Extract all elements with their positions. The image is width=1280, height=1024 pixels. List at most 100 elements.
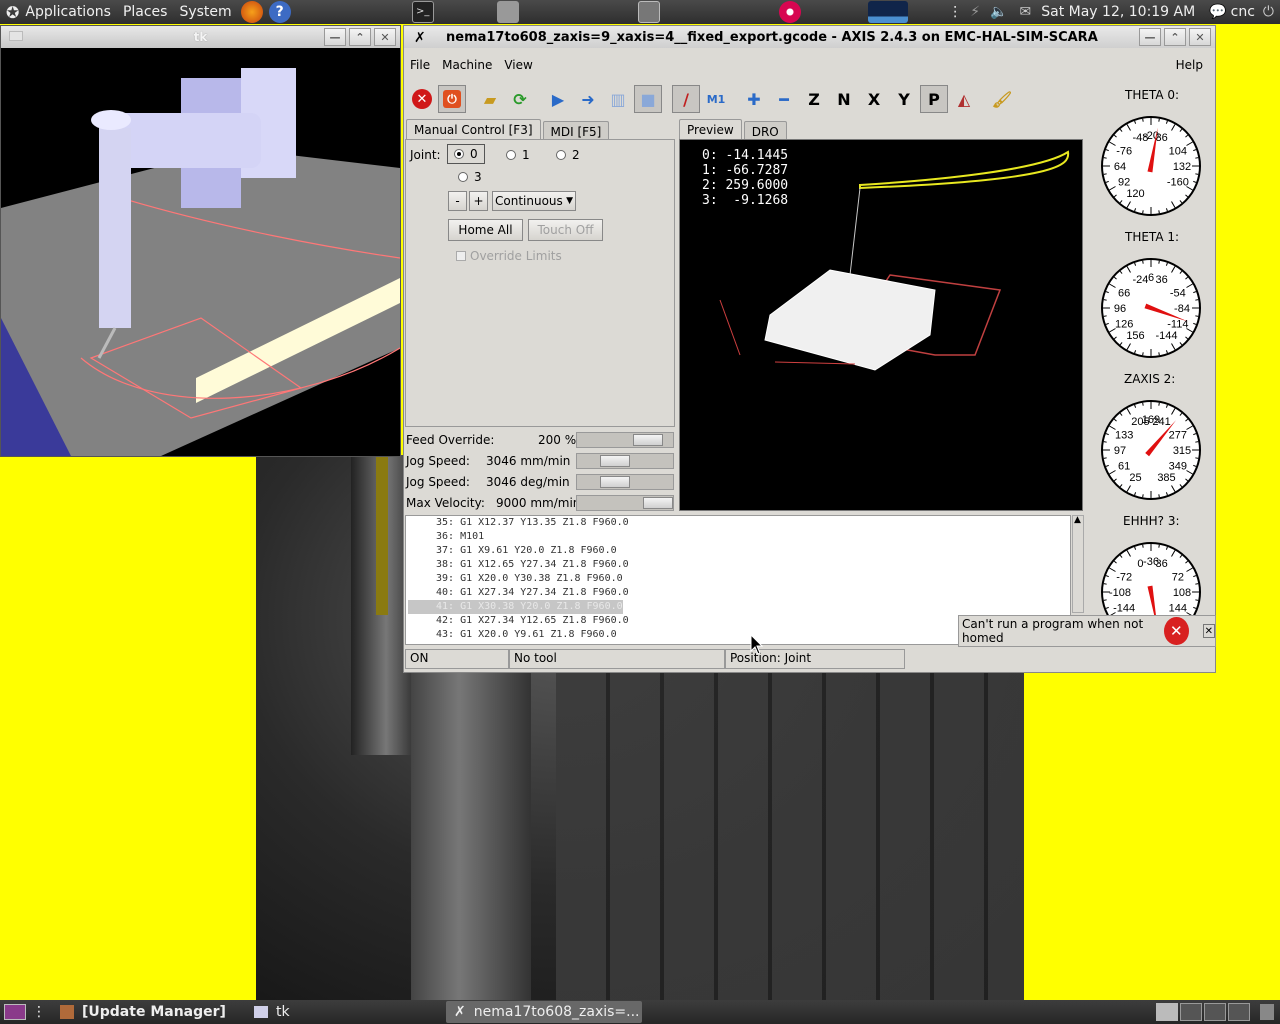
task-update-manager[interactable]: [Update Manager] [52, 1001, 242, 1023]
gcode-line[interactable]: 40: G1 X27.34 Y27.34 Z1.8 F960.0 [406, 586, 1070, 600]
network-icon[interactable]: ⚡ [970, 4, 980, 20]
chat-icon[interactable]: 💬 [1209, 4, 1226, 20]
reload-icon[interactable]: ⟳ [506, 85, 534, 113]
workspace-switcher[interactable] [1156, 1003, 1250, 1021]
gcode-line[interactable]: 39: G1 X20.0 Y30.38 Z1.8 F960.0 [406, 572, 1070, 586]
mail-icon[interactable]: ✉ [1020, 4, 1032, 20]
rotate-view-icon[interactable]: ◭ [950, 85, 978, 113]
gcode-scrollbar[interactable]: ▲ [1072, 515, 1084, 613]
toolpath-preview[interactable]: 0: -14.1445 1: -66.7287 2: 259.6000 3: -… [679, 139, 1083, 511]
axis-maximize-button[interactable]: ⌃ [1164, 28, 1186, 46]
show-desktop-icon[interactable] [4, 1004, 26, 1020]
estop-icon[interactable]: ✕ [408, 85, 436, 113]
jog-minus-button[interactable]: - [448, 191, 467, 211]
volume-icon[interactable]: 🔈 [990, 4, 1007, 20]
clock[interactable]: Sat May 12, 10:19 AM [1041, 4, 1195, 20]
radio-dot-icon [454, 149, 464, 159]
task-axis[interactable]: ✗ nema17to608_zaxis=... [446, 1001, 642, 1023]
workspace-4[interactable] [1228, 1003, 1250, 1021]
override-limits-checkbox[interactable]: Override Limits [456, 249, 562, 263]
zoom-in-icon[interactable]: ✚ [740, 85, 768, 113]
gauge-label: 315 [1173, 445, 1191, 457]
optional-stop-icon[interactable]: M1 [702, 85, 730, 113]
gauge-tick [1142, 494, 1144, 498]
jog-plus-button[interactable]: + [469, 191, 488, 211]
axis-titlebar[interactable]: ✗ nema17to608_zaxis=9_xaxis=4__fixed_exp… [404, 26, 1215, 48]
system-menu[interactable]: System [173, 4, 237, 20]
pause-icon[interactable]: ▥ [604, 85, 632, 113]
view-z2-icon[interactable]: N [830, 85, 858, 113]
axis-close-button[interactable]: ✕ [1189, 28, 1211, 46]
camera-icon[interactable] [496, 1, 519, 23]
joint-radio-3[interactable]: 3 [458, 170, 482, 184]
workspace-2[interactable] [1180, 1003, 1202, 1021]
scroll-up-icon[interactable]: ▲ [1074, 515, 1081, 525]
help-icon[interactable]: ? [268, 1, 291, 23]
stop-icon[interactable]: ■ [634, 85, 662, 113]
gcode-line[interactable]: 37: G1 X9.61 Y20.0 Z1.8 F960.0 [406, 544, 1070, 558]
axis-task-icon: ✗ [454, 1004, 466, 1020]
joint-radio-0[interactable]: 0 [447, 144, 485, 164]
debian-swirl-icon[interactable] [778, 1, 801, 23]
power-icon[interactable]: ⏻ [1263, 4, 1274, 20]
terminal-icon[interactable]: >_ [411, 1, 434, 23]
step-icon[interactable]: ➜ [574, 85, 602, 113]
view-y-icon[interactable]: Y [890, 85, 918, 113]
slider-thumb[interactable] [600, 455, 631, 467]
tk-minimize-button[interactable]: — [324, 28, 346, 46]
joint-radio-1[interactable]: 1 [506, 148, 530, 162]
open-file-icon[interactable]: ▰ [476, 85, 504, 113]
file-menu[interactable]: File [404, 58, 436, 72]
slider-thumb[interactable] [600, 476, 631, 488]
gauge-label: 36 [1155, 274, 1167, 286]
tk-maximize-button[interactable]: ⌃ [349, 28, 371, 46]
axis-minimize-button[interactable]: — [1139, 28, 1161, 46]
max-velocity-slider[interactable] [576, 495, 674, 511]
tk-window-menu-icon[interactable] [9, 31, 23, 41]
workspace-1[interactable] [1156, 1003, 1178, 1021]
jog-speed-slider[interactable] [576, 453, 674, 469]
machine-menu[interactable]: Machine [436, 58, 498, 72]
gcode-line-highlighted[interactable]: 41: G1 X30.38 Y20.0 Z1.8 F960.0 [408, 600, 623, 614]
joint-2-label: 2 [572, 148, 580, 162]
view-menu[interactable]: View [498, 58, 538, 72]
gcode-line[interactable]: 36: M101 [406, 530, 1070, 544]
trash-icon[interactable] [1260, 1004, 1274, 1020]
view-z-icon[interactable]: Z [800, 85, 828, 113]
gcode-line[interactable]: 38: G1 X12.65 Y27.34 Z1.8 F960.0 [406, 558, 1070, 572]
places-menu[interactable]: Places [117, 4, 174, 20]
view-p-icon[interactable]: P [920, 85, 948, 113]
help-menu[interactable]: Help [1170, 58, 1209, 72]
tk-titlebar[interactable]: tk — ⌃ ✕ [1, 26, 400, 48]
joint-radio-2[interactable]: 2 [556, 148, 580, 162]
view-x-icon[interactable]: X [860, 85, 888, 113]
slider-thumb[interactable] [633, 434, 664, 446]
gauge-tick [1103, 583, 1107, 585]
run-icon[interactable]: ▶ [544, 85, 572, 113]
slider-thumb[interactable] [643, 497, 673, 509]
user-name[interactable]: cnc [1231, 4, 1255, 20]
home-all-button[interactable]: Home All [448, 219, 523, 241]
lock-screen-icon[interactable] [637, 1, 660, 23]
jog-speed-angular-slider[interactable] [576, 474, 674, 490]
touch-off-button[interactable]: Touch Off [528, 219, 603, 241]
feed-override-slider[interactable] [576, 432, 674, 448]
machine-power-icon[interactable]: ⏻ [438, 85, 466, 113]
gcode-line[interactable]: 35: G1 X12.37 Y13.35 Z1.8 F960.0 [406, 516, 1070, 530]
error-close-button[interactable]: ✕ [1202, 624, 1215, 638]
gnome-foot-icon[interactable]: ✪ [6, 3, 19, 22]
scara-3d-view[interactable] [1, 48, 400, 456]
gauge-tick [1158, 402, 1160, 406]
axis-window-icon[interactable]: ✗ [414, 30, 426, 46]
block-delete-icon[interactable]: / [672, 85, 700, 113]
zoom-out-icon[interactable]: ━ [770, 85, 798, 113]
scara-quill-top [91, 110, 131, 130]
chevron-down-icon: ▼ [566, 196, 573, 206]
firefox-icon[interactable] [240, 1, 263, 23]
clear-plot-icon[interactable]: 🖌 [988, 85, 1016, 113]
tk-close-button[interactable]: ✕ [374, 28, 396, 46]
applications-menu[interactable]: Applications [19, 4, 117, 20]
task-tk[interactable]: tk [246, 1001, 442, 1023]
workspace-3[interactable] [1204, 1003, 1226, 1021]
jog-mode-select[interactable]: Continuous ▼ [492, 191, 576, 211]
